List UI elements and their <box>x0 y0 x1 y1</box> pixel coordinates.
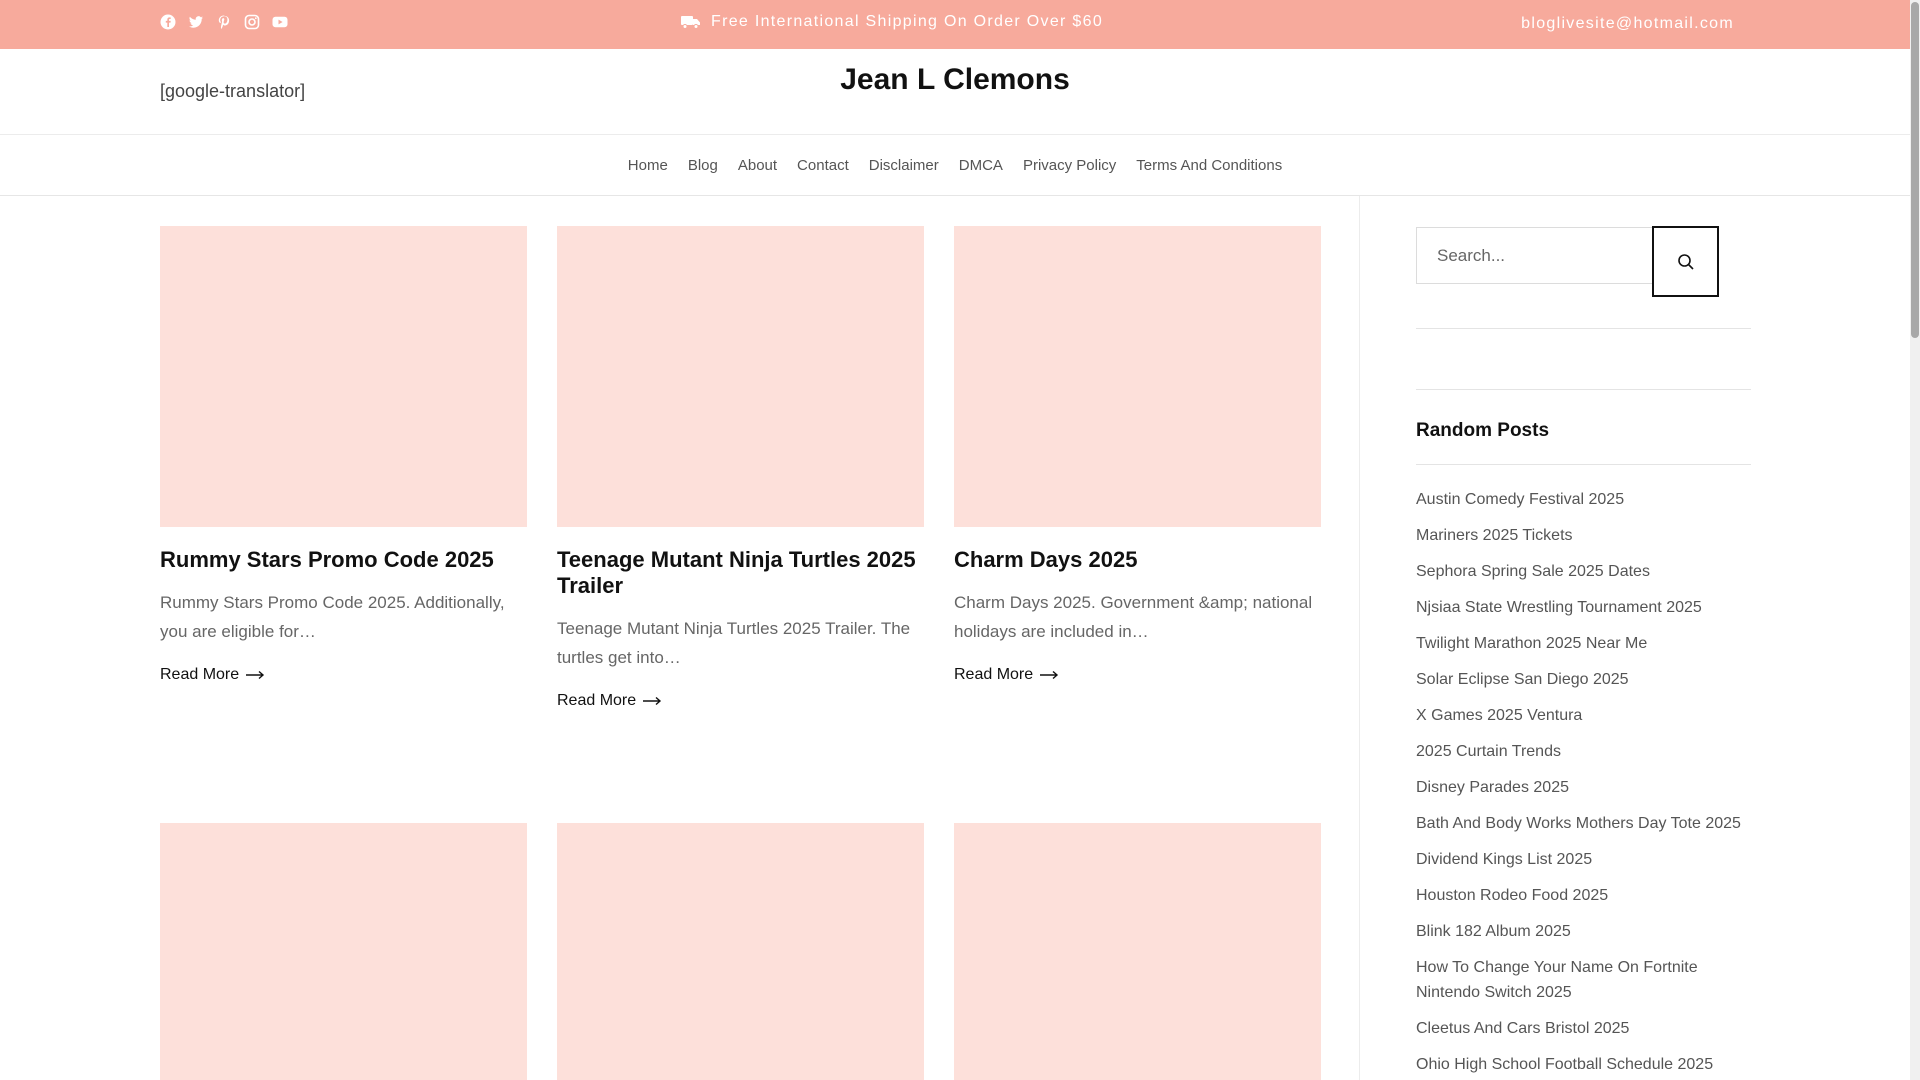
list-item[interactable]: Disney Parades 2025 <box>1416 775 1751 800</box>
random-posts-heading: Random Posts <box>1416 420 1550 441</box>
nav-item-terms[interactable]: Terms And Conditions <box>1136 157 1282 174</box>
top-bar: Free International Shipping On Order Ove… <box>0 0 1910 49</box>
arrow-right-icon <box>642 696 662 706</box>
divider <box>1416 464 1751 465</box>
read-more-label: Read More <box>954 666 1034 683</box>
instagram-icon[interactable] <box>244 14 260 30</box>
social-links <box>160 14 288 30</box>
post-card <box>954 823 1321 1080</box>
nav-item-dmca[interactable]: DMCA <box>959 157 1003 174</box>
post-thumbnail[interactable] <box>557 823 924 1080</box>
shipping-notice: Free International Shipping On Order Ove… <box>681 13 1103 31</box>
list-item[interactable]: Houston Rodeo Food 2025 <box>1416 883 1751 908</box>
youtube-icon[interactable] <box>272 14 288 30</box>
post-card <box>557 823 924 1080</box>
post-title[interactable]: Rummy Stars Promo Code 2025 <box>160 547 527 573</box>
post-excerpt: Charm Days 2025. Government &amp; nation… <box>954 593 1313 641</box>
post-thumbnail[interactable] <box>954 226 1321 527</box>
list-item[interactable]: Mariners 2025 Tickets <box>1416 523 1751 548</box>
list-item[interactable]: Blink 182 Album 2025 <box>1416 919 1751 944</box>
divider <box>1416 328 1751 329</box>
post-card: Charm Days 2025 Charm Days 2025. Governm… <box>954 226 1321 684</box>
list-item[interactable]: Bath And Body Works Mothers Day Tote 202… <box>1416 811 1751 836</box>
nav-item-blog[interactable]: Blog <box>688 157 718 174</box>
post-card <box>160 823 527 1080</box>
read-more-link[interactable]: Read More <box>954 666 1321 684</box>
list-item[interactable]: Dividend Kings List 2025 <box>1416 847 1751 872</box>
nav-item-disclaimer[interactable]: Disclaimer <box>869 157 939 174</box>
contact-email[interactable]: bloglivesite@hotmail.com <box>1521 15 1734 33</box>
read-more-link[interactable]: Read More <box>557 692 924 710</box>
list-item[interactable]: How To Change Your Name On Fortnite Nint… <box>1416 955 1751 1005</box>
list-item[interactable]: Solar Eclipse San Diego 2025 <box>1416 667 1751 692</box>
sidebar: Random Posts Austin Comedy Festival 2025… <box>1416 226 1751 1080</box>
main-navigation: Home Blog About Contact Disclaimer DMCA … <box>0 135 1910 196</box>
list-item[interactable]: X Games 2025 Ventura <box>1416 703 1751 728</box>
list-item[interactable]: Twilight Marathon 2025 Near Me <box>1416 631 1751 656</box>
post-title[interactable]: Teenage Mutant Ninja Turtles 2025 Traile… <box>557 547 924 599</box>
nav-item-privacy-policy[interactable]: Privacy Policy <box>1023 157 1116 174</box>
list-item[interactable]: Njsiaa State Wrestling Tournament 2025 <box>1416 595 1751 620</box>
post-thumbnail[interactable] <box>160 226 527 527</box>
post-thumbnail[interactable] <box>160 823 527 1080</box>
scrollbar[interactable] <box>1910 0 1920 1080</box>
arrow-right-icon <box>1039 670 1059 680</box>
post-card: Rummy Stars Promo Code 2025 Rummy Stars … <box>160 226 527 684</box>
list-item[interactable]: Cleetus And Cars Bristol 2025 <box>1416 1016 1751 1041</box>
post-thumbnail[interactable] <box>557 226 924 527</box>
nav-item-home[interactable]: Home <box>628 157 668 174</box>
search-form <box>1416 226 1751 297</box>
list-item[interactable]: Austin Comedy Festival 2025 <box>1416 487 1751 512</box>
sidebar-divider <box>1359 196 1360 1080</box>
post-excerpt: Rummy Stars Promo Code 2025. Additionall… <box>160 593 505 641</box>
post-title[interactable]: Charm Days 2025 <box>954 547 1321 573</box>
list-item[interactable]: Sephora Spring Sale 2025 Dates <box>1416 559 1751 584</box>
divider <box>1416 389 1751 390</box>
site-header: [google-translator] Jean L Clemons <box>0 49 1910 135</box>
arrow-right-icon <box>245 670 265 680</box>
facebook-icon[interactable] <box>160 14 176 30</box>
shipping-text: Free International Shipping On Order Ove… <box>711 13 1104 30</box>
truck-icon <box>681 14 701 30</box>
nav-item-about[interactable]: About <box>738 157 777 174</box>
read-more-label: Read More <box>160 666 240 683</box>
random-posts-list: Austin Comedy Festival 2025 Mariners 202… <box>1416 487 1751 1080</box>
post-card: Teenage Mutant Ninja Turtles 2025 Traile… <box>557 226 924 710</box>
post-excerpt: Teenage Mutant Ninja Turtles 2025 Traile… <box>557 619 911 667</box>
scrollbar-thumb[interactable] <box>1911 2 1919 338</box>
site-title[interactable]: Jean L Clemons <box>0 63 1910 97</box>
search-icon <box>1677 253 1695 271</box>
read-more-link[interactable]: Read More <box>160 666 527 684</box>
pinterest-icon[interactable] <box>216 14 232 30</box>
read-more-label: Read More <box>557 692 637 709</box>
post-thumbnail[interactable] <box>954 823 1321 1080</box>
search-button[interactable] <box>1652 226 1719 297</box>
search-input[interactable] <box>1416 227 1652 284</box>
list-item[interactable]: Ohio High School Football Schedule 2025 … <box>1416 1052 1751 1080</box>
list-item[interactable]: 2025 Curtain Trends <box>1416 739 1751 764</box>
twitter-icon[interactable] <box>188 14 204 30</box>
nav-item-contact[interactable]: Contact <box>797 157 849 174</box>
